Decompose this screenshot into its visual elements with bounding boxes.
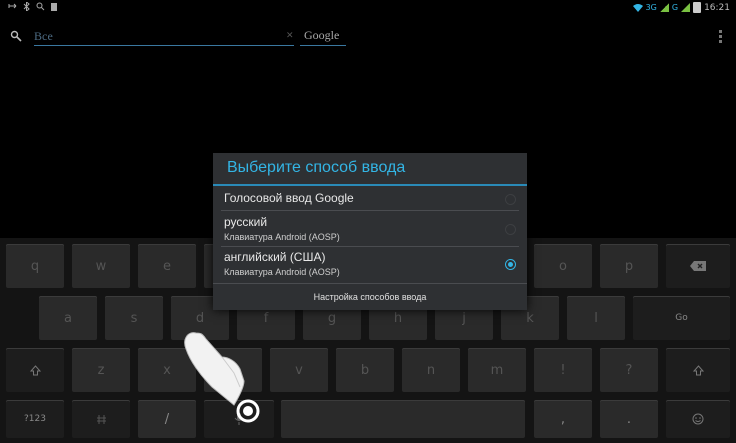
- option-radio[interactable]: [505, 224, 516, 235]
- key-a[interactable]: a: [39, 296, 97, 340]
- option-sublabel: Клавиатура Android (AOSP): [224, 267, 340, 277]
- status-left-icons: [8, 2, 57, 11]
- space-key[interactable]: [281, 400, 525, 438]
- clear-icon[interactable]: ✕: [286, 31, 294, 41]
- key-p[interactable]: p: [600, 244, 658, 288]
- shift-icon: [29, 364, 41, 375]
- search-bar: ✕ Google: [0, 22, 736, 52]
- network-type-label-2: G: [671, 3, 679, 12]
- key-m[interactable]: m: [468, 348, 526, 392]
- dialog-title: Выберите способ ввода: [227, 159, 406, 176]
- option-radio[interactable]: [505, 194, 516, 205]
- search-icon[interactable]: [10, 30, 22, 42]
- search-provider-label: Google: [304, 28, 340, 42]
- emoji-key[interactable]: [666, 400, 730, 438]
- keyboard-settings-key[interactable]: [72, 400, 130, 438]
- status-bar: 3G G 16:21: [0, 0, 736, 18]
- shift-icon: [692, 364, 704, 375]
- input-method-settings-button[interactable]: Настройка способов ввода: [213, 284, 527, 310]
- period-key[interactable]: .: [600, 400, 658, 438]
- go-key[interactable]: Go: [633, 296, 730, 340]
- wifi-icon: [632, 3, 643, 12]
- option-radio-selected[interactable]: [505, 259, 516, 270]
- input-method-option-russian[interactable]: русский Клавиатура Android (AOSP): [213, 211, 527, 246]
- backspace-icon: [690, 261, 706, 271]
- key-e[interactable]: e: [138, 244, 196, 288]
- signal-icon: [659, 3, 669, 12]
- signal-icon-2: [681, 3, 691, 12]
- key-z[interactable]: z: [72, 348, 130, 392]
- input-method-option-english-us[interactable]: английский (США) Клавиатура Android (AOS…: [213, 247, 527, 282]
- overflow-menu-icon[interactable]: [719, 30, 722, 43]
- emoji-icon: [692, 413, 704, 425]
- status-right: 3G G 16:21: [632, 2, 730, 13]
- tap-gesture-hand-icon: [184, 332, 260, 423]
- clock: 16:21: [704, 2, 730, 13]
- shift-key-left[interactable]: [6, 348, 64, 392]
- option-sublabel: Клавиатура Android (AOSP): [224, 232, 340, 242]
- key-o[interactable]: o: [534, 244, 592, 288]
- key-question[interactable]: ?: [600, 348, 658, 392]
- search-underline: [300, 45, 346, 46]
- symbols-key[interactable]: ?123: [6, 400, 64, 438]
- key-l[interactable]: l: [567, 296, 625, 340]
- network-type-label: 3G: [645, 3, 657, 12]
- option-label: русский: [224, 215, 268, 229]
- storage-icon: [51, 3, 57, 11]
- input-method-option-google-voice[interactable]: Голосовой ввод Google: [213, 186, 527, 210]
- key-v[interactable]: v: [270, 348, 328, 392]
- key-b[interactable]: b: [336, 348, 394, 392]
- backspace-key[interactable]: [666, 244, 730, 288]
- comma-key[interactable]: ,: [534, 400, 592, 438]
- bluetooth-icon: [23, 2, 30, 11]
- key-n[interactable]: n: [402, 348, 460, 392]
- key-w[interactable]: w: [72, 244, 130, 288]
- usb-icon: [8, 3, 17, 9]
- key-q[interactable]: q: [6, 244, 64, 288]
- option-label: Голосовой ввод Google: [224, 191, 354, 205]
- search-input[interactable]: [34, 27, 294, 46]
- input-method-dialog: Выберите способ ввода Голосовой ввод Goo…: [213, 153, 527, 310]
- keyboard-settings-icon: [96, 414, 106, 424]
- key-s[interactable]: s: [105, 296, 163, 340]
- battery-icon: [693, 2, 702, 13]
- key-exclamation[interactable]: !: [534, 348, 592, 392]
- option-label: английский (США): [224, 250, 326, 264]
- search-icon: [36, 2, 45, 11]
- shift-key-right[interactable]: [666, 348, 730, 392]
